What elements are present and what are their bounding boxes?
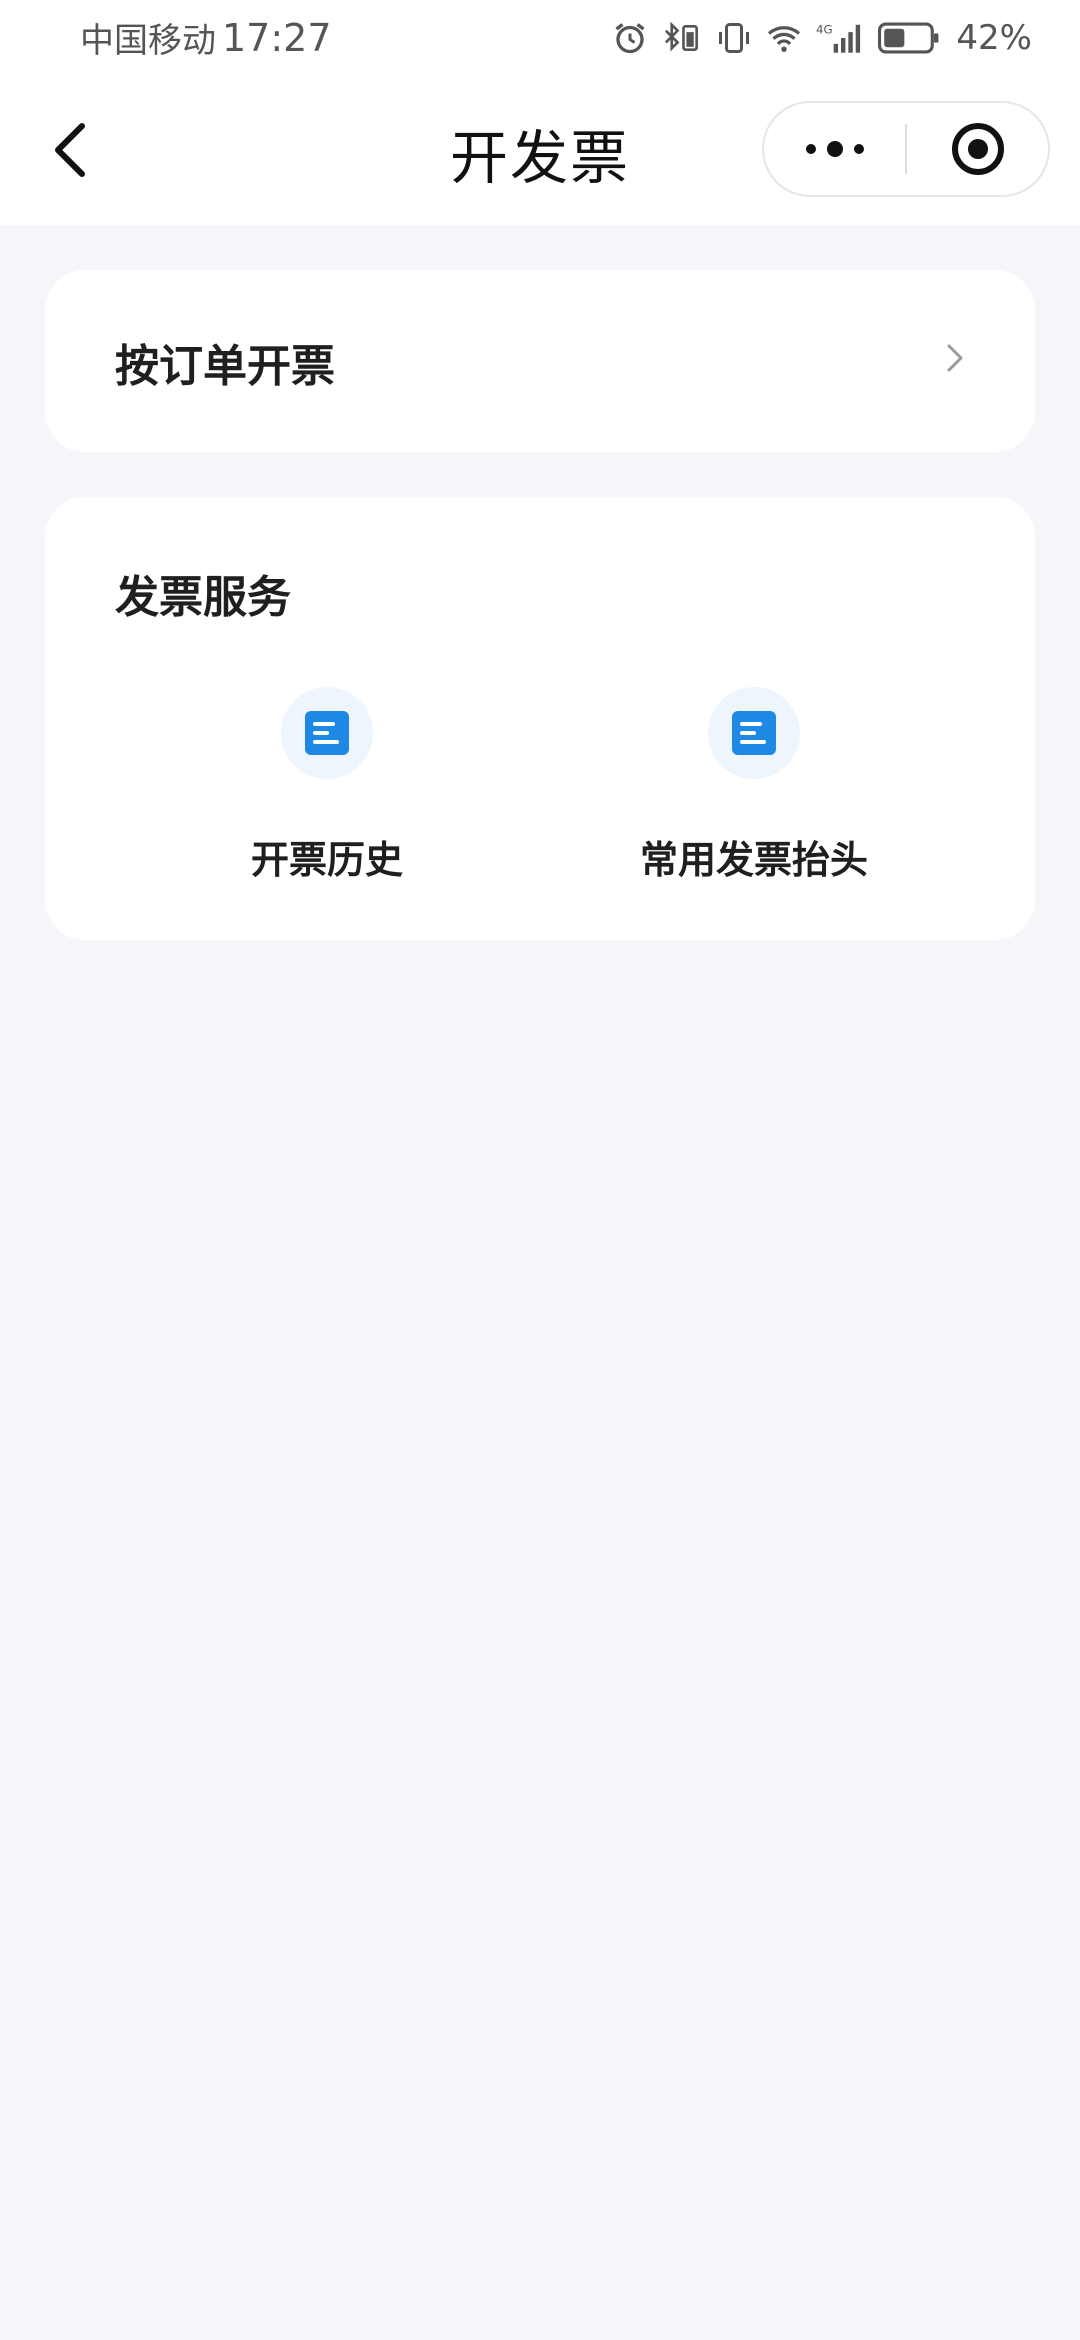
navigation-bar: 开发票 bbox=[0, 75, 1080, 225]
order-invoice-label: 按订单开票 bbox=[115, 341, 335, 392]
more-button[interactable] bbox=[764, 103, 905, 195]
status-left: 中国移动 17:27 bbox=[80, 13, 612, 62]
invoice-services-card: 发票服务 开票历史 常用发票抬头 bbox=[45, 497, 1035, 940]
status-bar: 中国移动 17:27 4G 42% bbox=[0, 0, 1080, 75]
document-icon bbox=[281, 687, 373, 779]
bluetooth-battery-icon bbox=[660, 20, 704, 56]
section-title: 发票服务 bbox=[115, 572, 291, 623]
vibrate-icon bbox=[716, 20, 752, 56]
order-invoice-row[interactable]: 按订单开票 bbox=[45, 270, 1035, 452]
status-right: 4G 42% bbox=[612, 18, 1032, 58]
mini-program-capsule bbox=[762, 101, 1050, 197]
header-area: 中国移动 17:27 4G 42% 开发票 bbox=[0, 0, 1080, 225]
network-type-label: 4G bbox=[816, 22, 833, 36]
status-time: 17:27 bbox=[222, 15, 332, 60]
invoice-history-button[interactable]: 开票历史 bbox=[167, 687, 487, 887]
chevron-right-icon bbox=[945, 340, 965, 380]
service-label: 常用发票抬头 bbox=[639, 838, 868, 882]
service-label: 开票历史 bbox=[250, 838, 403, 882]
carrier-name: 中国移动 bbox=[80, 21, 216, 61]
more-dots-icon bbox=[805, 141, 864, 157]
target-close-icon bbox=[951, 123, 1004, 175]
close-mini-program-button[interactable] bbox=[907, 103, 1048, 195]
document-icon bbox=[708, 687, 800, 779]
common-invoice-title-button[interactable]: 常用发票抬头 bbox=[594, 687, 914, 887]
cellular-signal-icon: 4G bbox=[816, 20, 866, 56]
battery-icon bbox=[878, 20, 940, 56]
battery-percent: 42% bbox=[956, 17, 1032, 58]
wifi-icon bbox=[764, 20, 804, 56]
alarm-icon bbox=[612, 20, 648, 56]
